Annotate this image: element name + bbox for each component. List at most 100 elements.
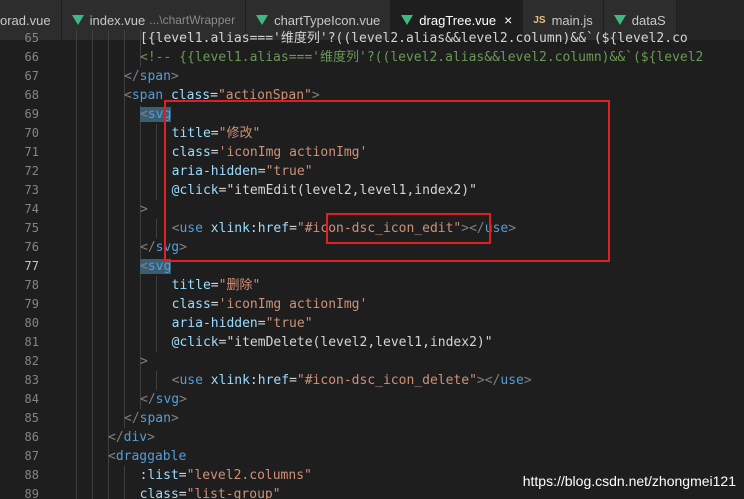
code-token: </ bbox=[124, 411, 140, 426]
code-token: </ bbox=[108, 430, 124, 445]
indent-guide bbox=[76, 86, 77, 105]
code-token: </ bbox=[140, 392, 156, 407]
indent-guide bbox=[108, 257, 109, 276]
indent-guide bbox=[108, 162, 109, 181]
code-text[interactable]: </div> bbox=[108, 428, 155, 447]
tab-label: chartTypeIcon.vue bbox=[274, 12, 381, 28]
line-number: 82 bbox=[24, 354, 39, 368]
line-number: 84 bbox=[24, 392, 39, 406]
code-text[interactable]: @click="itemDelete(level2,level1,index2)… bbox=[156, 333, 493, 352]
indent-guide bbox=[108, 67, 109, 86]
code-token: <!-- {{level1.alias==='维度列'?((level2.ali… bbox=[140, 50, 704, 65]
line-number: 70 bbox=[24, 126, 39, 140]
indent-guide bbox=[76, 352, 77, 371]
code-token: :list bbox=[124, 468, 179, 483]
indent-guide bbox=[76, 428, 77, 447]
indent-guide bbox=[76, 30, 77, 48]
indent-guide bbox=[108, 219, 109, 238]
indent-guide bbox=[76, 295, 77, 314]
code-token: "itemDelete(level2,level1,index2)" bbox=[226, 335, 493, 350]
code-token: "删除" bbox=[218, 278, 261, 293]
code-token: > bbox=[170, 411, 179, 426]
code-line: 66 <!-- {{level1.alias==='维度列'?((level2.a… bbox=[0, 48, 744, 67]
code-token: use bbox=[179, 373, 203, 388]
code-text[interactable]: > bbox=[140, 200, 148, 219]
indent-guide bbox=[108, 143, 109, 162]
code-token: div bbox=[123, 430, 148, 445]
indent-guide bbox=[140, 276, 141, 295]
code-line: 81 @click="itemDelete(level2,level1,inde… bbox=[0, 333, 744, 352]
indent-guide bbox=[92, 466, 93, 485]
code-token: xlink:href bbox=[202, 373, 290, 388]
indent-guide bbox=[108, 124, 109, 143]
indent-guide bbox=[92, 371, 93, 390]
indent-guide bbox=[76, 447, 77, 466]
indent-guide bbox=[108, 371, 109, 390]
code-line: 86 </div> bbox=[0, 428, 744, 447]
line-number: 73 bbox=[24, 183, 39, 197]
code-text[interactable]: class='iconImg actionImg' bbox=[156, 295, 368, 314]
code-text[interactable]: class="list-group" bbox=[124, 485, 281, 499]
indent-guide bbox=[140, 295, 141, 314]
indent-guide bbox=[92, 105, 93, 124]
indent-guide bbox=[108, 181, 109, 200]
line-number: 66 bbox=[24, 50, 39, 64]
code-text[interactable]: title="删除" bbox=[156, 276, 261, 295]
indent-guide bbox=[124, 390, 125, 409]
indent-guide bbox=[108, 200, 109, 219]
indent-guide bbox=[76, 105, 77, 124]
indent-guide bbox=[124, 333, 125, 352]
vue-icon bbox=[71, 15, 84, 25]
indent-guide bbox=[76, 219, 77, 238]
indent-guide bbox=[108, 48, 109, 67]
code-text[interactable]: <draggable bbox=[108, 447, 186, 466]
indent-guide bbox=[124, 257, 125, 276]
indent-guide bbox=[124, 124, 125, 143]
code-text[interactable]: </svg> bbox=[140, 390, 187, 409]
code-text[interactable]: > bbox=[140, 352, 148, 371]
indent-guide bbox=[76, 333, 77, 352]
tab-label: dragTree.vue bbox=[419, 12, 497, 28]
indent-guide bbox=[76, 314, 77, 333]
code-line: 79 class='iconImg actionImg' bbox=[0, 295, 744, 314]
line-number: 89 bbox=[24, 487, 39, 499]
line-number: 87 bbox=[24, 449, 39, 463]
code-text[interactable]: :list="level2.columns" bbox=[124, 466, 312, 485]
indent-guide bbox=[76, 276, 77, 295]
code-token: > bbox=[140, 354, 148, 369]
highlight-box-edit-href bbox=[326, 213, 491, 244]
code-text[interactable]: <use xlink:href="#icon-dsc_icon_delete">… bbox=[156, 371, 532, 390]
line-number: 65 bbox=[24, 31, 39, 45]
code-text[interactable]: <!-- {{level1.alias==='维度列'?((level2.ali… bbox=[140, 48, 703, 67]
indent-guide bbox=[92, 295, 93, 314]
indent-guide bbox=[92, 143, 93, 162]
line-number: 77 bbox=[24, 259, 39, 273]
code-token: = bbox=[289, 373, 297, 388]
indent-guide bbox=[124, 162, 125, 181]
code-token: < bbox=[124, 88, 132, 103]
indent-guide bbox=[124, 105, 125, 124]
indent-guide bbox=[76, 67, 77, 86]
watermark-text: https://blog.csdn.net/zhongmei121 bbox=[522, 473, 736, 489]
line-number: 88 bbox=[24, 468, 39, 482]
code-text[interactable]: </span> bbox=[124, 409, 179, 428]
line-number: 75 bbox=[24, 221, 39, 235]
line-number: 81 bbox=[24, 335, 39, 349]
indent-guide bbox=[92, 67, 93, 86]
close-icon[interactable]: × bbox=[504, 12, 512, 28]
code-text[interactable]: [{level1.alias==='维度列'?((level2.alias&&l… bbox=[140, 30, 688, 48]
js-icon: JS bbox=[533, 14, 546, 26]
line-number: 80 bbox=[24, 316, 39, 330]
indent-guide bbox=[124, 30, 125, 48]
code-token: = bbox=[178, 487, 187, 499]
line-number: 67 bbox=[24, 69, 39, 83]
code-text[interactable]: aria-hidden="true" bbox=[156, 314, 313, 333]
code-text[interactable]: </span> bbox=[124, 67, 179, 86]
tab-label: index.vue bbox=[89, 12, 146, 28]
indent-guide bbox=[108, 409, 109, 428]
line-number: 76 bbox=[24, 240, 39, 254]
tab-label: main.js bbox=[551, 12, 593, 28]
indent-guide bbox=[108, 466, 109, 485]
indent-guide bbox=[140, 219, 141, 238]
line-number: 83 bbox=[24, 373, 39, 387]
